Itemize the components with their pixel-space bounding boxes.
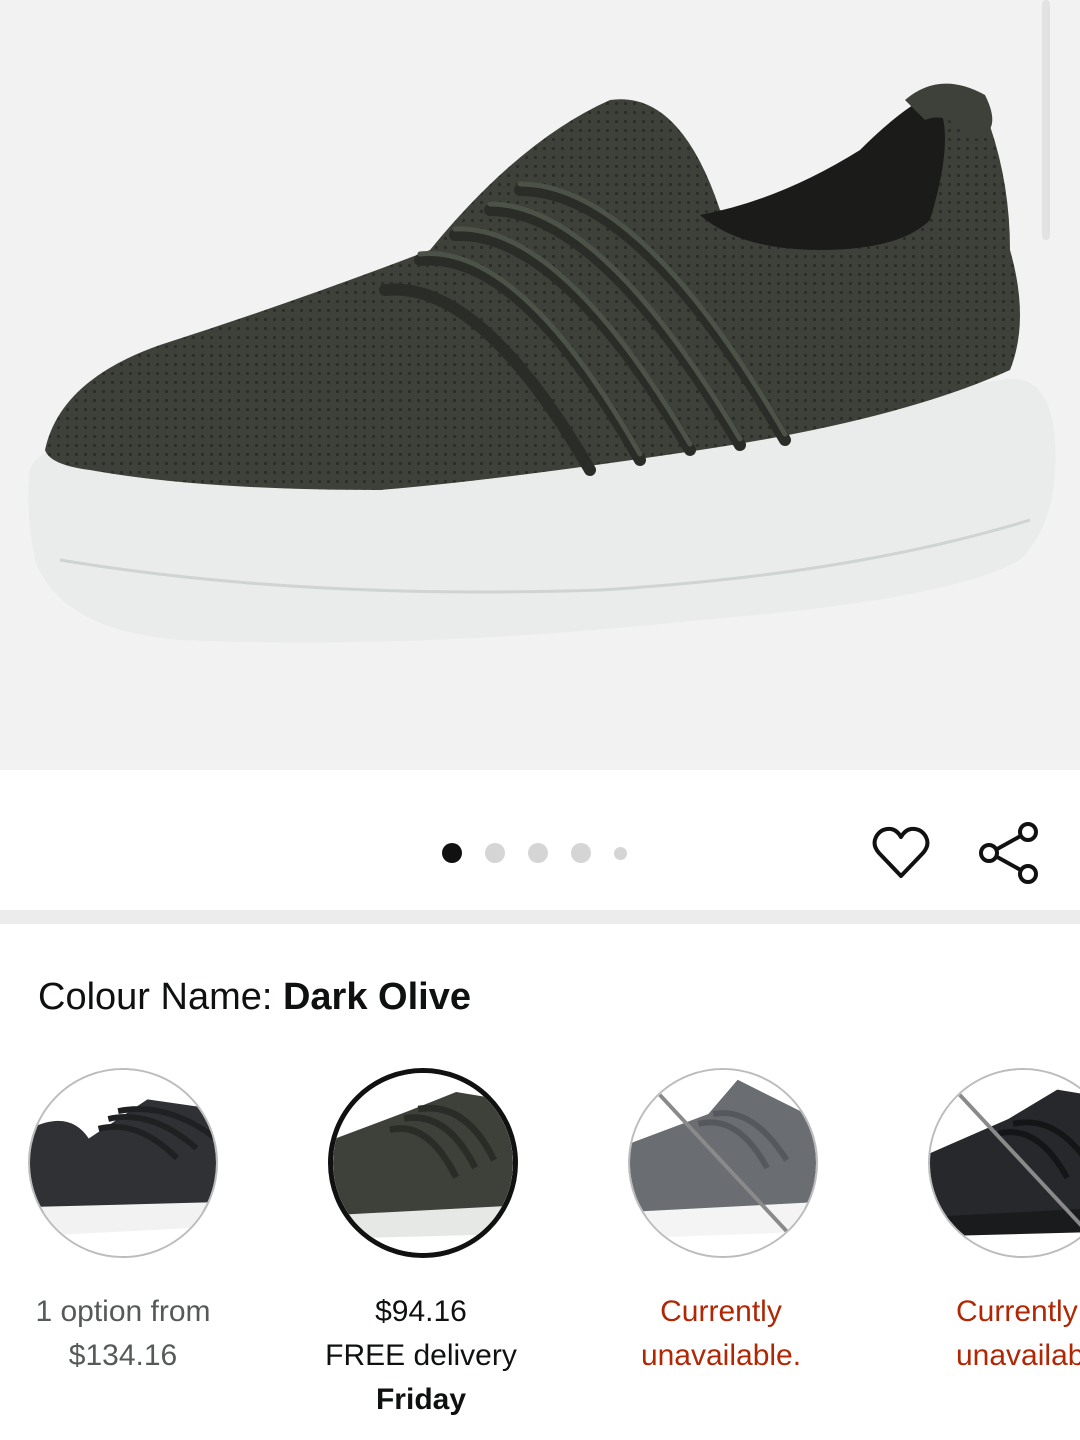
swatch-grey[interactable] bbox=[628, 1068, 818, 1258]
swatch-image bbox=[930, 1070, 1080, 1256]
pagination-dot-5[interactable] bbox=[614, 846, 627, 860]
wishlist-button[interactable] bbox=[870, 822, 932, 884]
swatch-image bbox=[30, 1070, 216, 1256]
pagination-dot-1[interactable] bbox=[442, 843, 462, 863]
swatch-availability: Currently bbox=[956, 1295, 1078, 1328]
swatch-text-black: Currently unavailable. bbox=[891, 1290, 1080, 1378]
swatch-image bbox=[333, 1073, 513, 1253]
gallery-controls bbox=[0, 770, 1080, 910]
share-icon bbox=[979, 822, 1038, 884]
swatch-availability-2: unavailable. bbox=[640, 1339, 802, 1372]
swatch-availability-2: unavailable. bbox=[956, 1339, 1080, 1372]
swatch-dark-olive[interactable] bbox=[328, 1068, 518, 1258]
swatch-price: $134.16 bbox=[68, 1339, 178, 1372]
pagination-dot-3[interactable] bbox=[528, 843, 548, 863]
swatch-text-dark-olive: $94.16 FREE delivery Friday bbox=[291, 1290, 551, 1422]
section-divider bbox=[0, 910, 1080, 924]
colour-label-prefix: Colour Name: bbox=[38, 976, 273, 1018]
swatch-black[interactable] bbox=[928, 1068, 1080, 1258]
heart-icon bbox=[872, 826, 930, 878]
swatch-black-white[interactable] bbox=[28, 1068, 218, 1258]
pagination-dot-4[interactable] bbox=[571, 843, 591, 863]
selected-colour-name: Dark Olive bbox=[282, 976, 471, 1018]
product-image bbox=[28, 83, 1056, 643]
colour-name-label: Colour Name: Dark Olive bbox=[38, 975, 471, 1019]
swatch-option-count: 1 option from bbox=[35, 1295, 211, 1328]
swatch-image bbox=[630, 1070, 816, 1256]
swatch-price: $94.16 bbox=[375, 1295, 467, 1328]
image-scrollbar[interactable] bbox=[1042, 0, 1050, 240]
pagination-dot-2[interactable] bbox=[485, 843, 505, 863]
swatch-text-black-white: 1 option from $134.16 bbox=[0, 1290, 253, 1378]
swatch-availability: Currently bbox=[660, 1295, 782, 1328]
product-image-gallery[interactable] bbox=[0, 0, 1080, 770]
swatch-text-grey: Currently unavailable. bbox=[591, 1290, 851, 1378]
swatch-delivery: FREE delivery bbox=[325, 1339, 517, 1372]
image-pagination-dots[interactable] bbox=[442, 842, 650, 864]
swatch-delivery-day: Friday bbox=[375, 1383, 467, 1416]
share-button[interactable] bbox=[974, 822, 1042, 884]
